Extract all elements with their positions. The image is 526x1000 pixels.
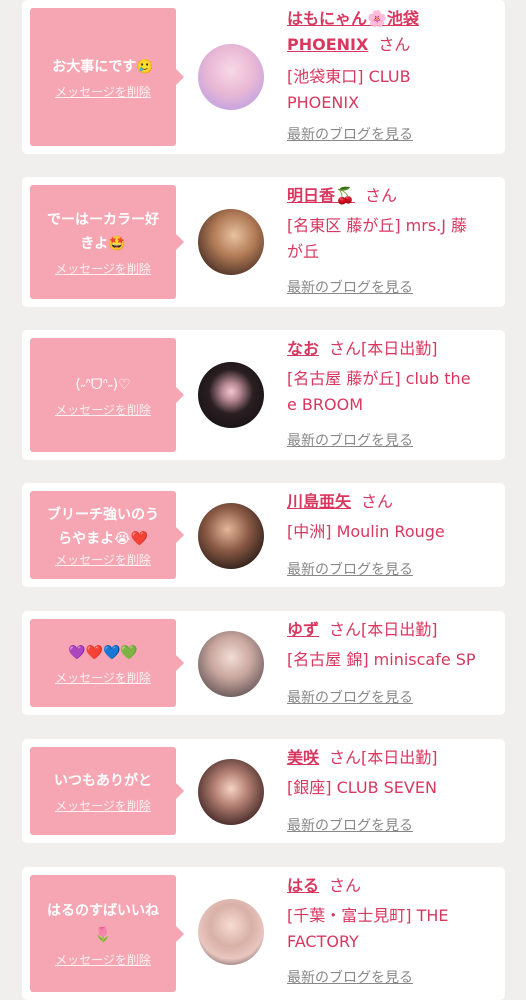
view-blog-link[interactable]: 最新のブログを見る bbox=[287, 815, 413, 835]
view-blog-link[interactable]: 最新のブログを見る bbox=[287, 124, 413, 144]
message-bubble: 💜❤️💙💚 メッセージを削除 bbox=[30, 619, 184, 707]
view-blog-link[interactable]: 最新のブログを見る bbox=[287, 277, 413, 297]
shop-name: [中洲] Moulin Rouge bbox=[287, 522, 445, 541]
message-card: (˶ᐢᗜᐢ˶)♡ メッセージを削除 なお さん[本日出勤] [名古屋 藤が丘] c… bbox=[22, 330, 505, 460]
message-card: 💜❤️💙💚 メッセージを削除 ゆず さん[本日出勤] [名古屋 錦] minisc… bbox=[22, 611, 505, 715]
avatar[interactable] bbox=[198, 362, 264, 428]
honorific: さん bbox=[378, 35, 411, 54]
shop-name: [名古屋 藤が丘] club the e BROOM bbox=[287, 369, 471, 414]
delete-message-link[interactable]: メッセージを削除 bbox=[55, 951, 151, 968]
delete-message-link[interactable]: メッセージを削除 bbox=[55, 83, 151, 100]
message-bubble: (˶ᐢᗜᐢ˶)♡ メッセージを削除 bbox=[30, 338, 184, 452]
honorific: さん bbox=[329, 876, 362, 895]
message-text: いつもありがと bbox=[54, 772, 152, 789]
shop-name: [名東区 藤が丘] mrs.J 藤が丘 bbox=[287, 216, 468, 261]
avatar[interactable] bbox=[198, 631, 264, 697]
message-text: (˶ᐢᗜᐢ˶)♡ bbox=[75, 376, 131, 393]
shop-name: [千葉・富士見町] THE FACTORY bbox=[287, 906, 449, 951]
message-text: お大事にです🥲 bbox=[52, 58, 154, 75]
cast-name-link[interactable]: 美咲 bbox=[287, 748, 319, 767]
cast-name-link[interactable]: はる bbox=[287, 876, 319, 895]
cast-name-link[interactable]: ゆず bbox=[287, 620, 319, 639]
view-blog-link[interactable]: 最新のブログを見る bbox=[287, 687, 413, 707]
cast-name-link[interactable]: 明日香🍒 bbox=[287, 186, 355, 205]
avatar[interactable] bbox=[198, 899, 264, 965]
honorific: さん bbox=[329, 748, 362, 767]
cast-name-link[interactable]: なお bbox=[287, 339, 319, 358]
message-card: ブリーチ強いのう らやまよ😭❤️ メッセージを削除 川島亜矢 さん [中洲] Mou… bbox=[22, 483, 505, 587]
avatar[interactable] bbox=[198, 503, 264, 569]
honorific: さん bbox=[364, 186, 397, 205]
message-bubble: ブリーチ強いのう らやまよ😭❤️ メッセージを削除 bbox=[30, 491, 184, 579]
message-text: 💜❤️💙💚 bbox=[68, 644, 138, 661]
message-card: いつもありがと メッセージを削除 美咲 さん[本日出勤] [銀座] CLUB SE… bbox=[22, 739, 505, 843]
honorific: さん bbox=[329, 620, 362, 639]
shop-name: [名古屋 錦] miniscafe SP bbox=[287, 650, 476, 669]
delete-message-link[interactable]: メッセージを削除 bbox=[55, 401, 151, 418]
work-status: [本日出勤] bbox=[361, 748, 438, 767]
avatar[interactable] bbox=[198, 759, 264, 825]
shop-name: [池袋東口] CLUB PHOENIX bbox=[287, 67, 411, 112]
message-text: でーはーカラー好 きよ🤩 bbox=[47, 211, 159, 252]
message-text: ブリーチ強いのう らやまよ😭❤️ bbox=[47, 506, 159, 547]
message-bubble: いつもありがと メッセージを削除 bbox=[30, 747, 184, 835]
delete-message-link[interactable]: メッセージを削除 bbox=[55, 669, 151, 686]
honorific: さん bbox=[361, 492, 394, 511]
message-card: でーはーカラー好 きよ🤩 メッセージを削除 明日香🍒 さん [名東区 藤が丘] mr… bbox=[22, 177, 505, 307]
cast-name-link[interactable]: 川島亜矢 bbox=[287, 492, 351, 511]
view-blog-link[interactable]: 最新のブログを見る bbox=[287, 559, 413, 579]
view-blog-link[interactable]: 最新のブログを見る bbox=[287, 430, 413, 450]
message-text: はるのすばいいね 🌷 bbox=[47, 903, 159, 943]
view-blog-link[interactable]: 最新のブログを見る bbox=[287, 967, 413, 987]
avatar[interactable] bbox=[198, 209, 264, 275]
message-card: お大事にです🥲 メッセージを削除 はもにゃん🌸池袋 PHOENIX さん [池袋東口… bbox=[22, 0, 505, 154]
work-status: [本日出勤] bbox=[361, 620, 438, 639]
work-status: [本日出勤] bbox=[361, 339, 438, 358]
delete-message-link[interactable]: メッセージを削除 bbox=[55, 797, 151, 814]
message-card: はるのすばいいね 🌷 メッセージを削除 はる さん [千葉・富士見町] THE FAC… bbox=[22, 867, 505, 1000]
message-bubble: でーはーカラー好 きよ🤩 メッセージを削除 bbox=[30, 185, 184, 299]
honorific: さん bbox=[329, 339, 362, 358]
shop-name: [銀座] CLUB SEVEN bbox=[287, 778, 437, 797]
delete-message-link[interactable]: メッセージを削除 bbox=[55, 260, 151, 277]
message-bubble: お大事にです🥲 メッセージを削除 bbox=[30, 8, 184, 146]
message-bubble: はるのすばいいね 🌷 メッセージを削除 bbox=[30, 875, 184, 992]
avatar[interactable] bbox=[198, 44, 264, 110]
delete-message-link[interactable]: メッセージを削除 bbox=[55, 551, 151, 568]
